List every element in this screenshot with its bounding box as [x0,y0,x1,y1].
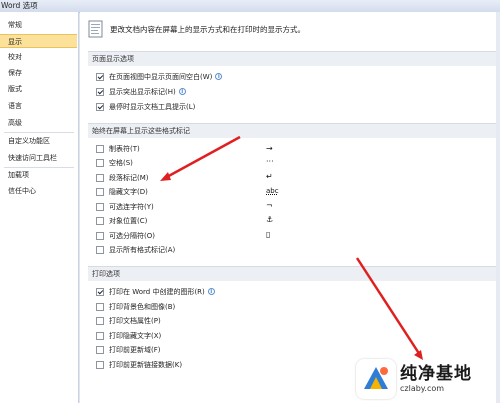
watermark-subtitle: czlaby.com [400,383,445,393]
red-arrow-annotations [160,135,423,360]
watermark-logo-icon [356,358,396,399]
watermark: 纯净基地 czlaby.com [356,354,500,403]
watermark-title: 纯净基地 [400,363,472,384]
